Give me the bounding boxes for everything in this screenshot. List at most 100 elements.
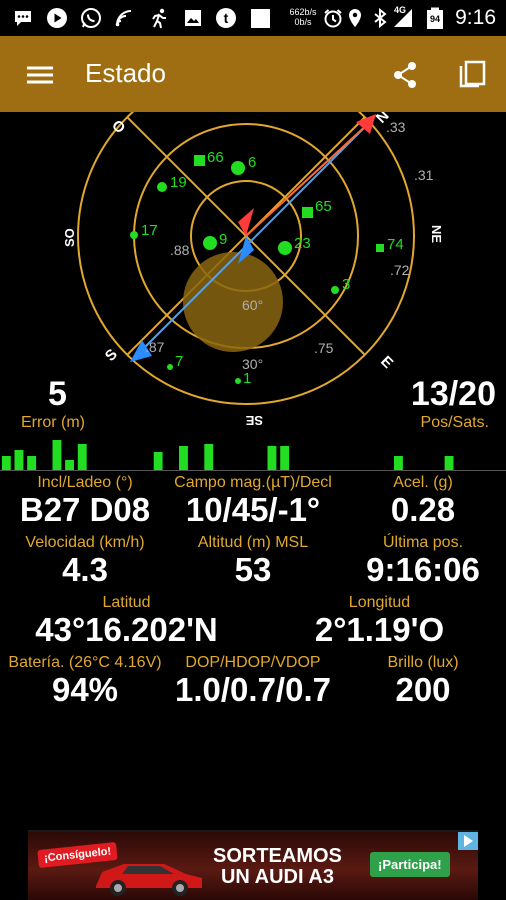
- incl-value: B27 D08: [19, 491, 151, 528]
- image-icon: [185, 10, 201, 26]
- mag-value: 10/45/-1°: [185, 491, 321, 528]
- az-label: .33: [386, 119, 406, 135]
- ad-banner[interactable]: ¡Consíguelo! SORTEAMOS UN AUDI A3 ¡Parti…: [28, 830, 478, 900]
- ad-participate-button[interactable]: ¡Participa!: [370, 852, 450, 877]
- az-label: .75: [314, 340, 334, 356]
- snr-bar: [1, 456, 11, 470]
- ring-label-60: 60°: [242, 297, 263, 313]
- accel-label: Acel. (g): [393, 474, 453, 491]
- lon-value: 2°1.19'O: [314, 611, 445, 648]
- satellite-label: 9: [219, 231, 227, 248]
- alt-label: Altitud (m) MSL: [197, 534, 309, 551]
- copy-icon[interactable]: [457, 60, 487, 90]
- snr-bar: [14, 450, 24, 470]
- battery-label: Batería. (26°C 4.16V): [8, 654, 162, 671]
- sats-label: Pos/Sats.: [420, 414, 489, 431]
- satellite-label: 1: [243, 370, 251, 387]
- menu-icon[interactable]: [25, 60, 55, 90]
- battery-value: 94%: [51, 671, 119, 708]
- status-bar: t 662b/s 0b/s 4G 94 9:16: [0, 0, 506, 36]
- snr-bar: [204, 444, 214, 470]
- bluetooth-icon: [374, 7, 387, 29]
- snr-bar: [65, 460, 74, 470]
- satellite-marker: [231, 161, 245, 175]
- dir-south: S: [102, 346, 121, 365]
- dop-label: DOP/HDOP/VDOP: [185, 654, 321, 671]
- snr-bar: [444, 456, 454, 470]
- signal-icon: [115, 10, 132, 27]
- satellite-label: 74: [387, 236, 404, 253]
- snr-bar: [153, 452, 163, 470]
- net-up: 662b/s: [289, 7, 317, 17]
- ad-choices-icon[interactable]: [458, 832, 478, 850]
- error-label: Error (m): [21, 414, 85, 431]
- accel-value: 0.28: [390, 491, 456, 528]
- satellite-marker: [235, 378, 241, 384]
- satellite-label: 19: [170, 174, 187, 191]
- sats-value: 13/20: [410, 375, 496, 413]
- az-label: .88: [170, 242, 190, 258]
- svg-text:t: t: [224, 10, 229, 26]
- alarm-icon: [324, 9, 342, 28]
- app-bar: Estado: [0, 36, 506, 112]
- satellite-label: 65: [315, 198, 332, 215]
- satellite-label: 7: [175, 353, 183, 370]
- chat-icon: [15, 11, 31, 26]
- satellite-marker: [376, 244, 384, 252]
- ad-headline-1: SORTEAMOS: [213, 845, 342, 867]
- satellite-marker: [157, 182, 167, 192]
- tumblr-icon: t: [216, 8, 236, 28]
- whatsapp-icon: [81, 8, 101, 28]
- ad-headline-2: UN AUDI A3: [220, 866, 334, 888]
- dir-ne: NE: [429, 225, 444, 243]
- location-icon: [349, 9, 361, 27]
- share-icon[interactable]: [390, 60, 420, 90]
- satellite-marker: [278, 241, 292, 255]
- play-icon: [47, 8, 67, 28]
- snr-bar: [394, 456, 403, 470]
- satellite-marker: [331, 286, 339, 294]
- error-value: 5: [48, 375, 67, 413]
- satellite-label: 17: [141, 222, 158, 239]
- last-label: Última pos.: [382, 534, 464, 551]
- dop-value: 1.0/0.7/0.7: [175, 671, 331, 708]
- satellite-marker: [194, 155, 205, 166]
- mag-label: Campo mag.(µT)/Decl: [174, 474, 332, 491]
- ad-headline: SORTEAMOS UN AUDI A3: [213, 846, 342, 888]
- satellite-label: 23: [294, 235, 311, 252]
- satellite-label: 6: [248, 154, 256, 171]
- incl-label: Incl/Ladeo (°): [37, 474, 133, 491]
- az-label: .87: [145, 339, 165, 355]
- satellite-marker: [302, 207, 313, 218]
- clock: 9:16: [455, 6, 496, 29]
- page-title: Estado: [85, 58, 166, 88]
- az-label: .31: [414, 167, 434, 183]
- network-type: 4G: [393, 5, 406, 15]
- speed-label: Velocidad (km/h): [25, 534, 145, 551]
- satellite-marker: [130, 231, 138, 239]
- light-value: 200: [395, 671, 451, 708]
- snr-bar: [280, 446, 290, 470]
- snr-bar: [77, 444, 87, 470]
- dir-sw: SO: [62, 228, 77, 247]
- lat-value: 43°16.202'N: [35, 611, 218, 648]
- blank-icon: [251, 9, 270, 28]
- run-icon: [152, 8, 166, 29]
- dir-se: SE: [245, 413, 263, 428]
- net-speed: 662b/s 0b/s: [283, 7, 323, 27]
- accuracy-circle: [183, 252, 283, 352]
- snr-bar: [267, 446, 277, 470]
- net-down: 0b/s: [294, 17, 312, 27]
- lon-label: Longitud: [348, 594, 411, 611]
- snr-bar: [52, 440, 62, 470]
- az-label: .72: [390, 262, 410, 278]
- battery-level: 94: [429, 14, 440, 24]
- satellite-marker: [203, 236, 217, 250]
- satellite-label: 66: [207, 149, 224, 166]
- lat-label: Latitud: [102, 594, 151, 611]
- dir-east: E: [377, 353, 396, 372]
- satellite-label: 3: [342, 276, 350, 293]
- snr-histogram: [0, 440, 506, 471]
- snr-bar: [27, 456, 37, 470]
- snr-bar: [179, 446, 188, 470]
